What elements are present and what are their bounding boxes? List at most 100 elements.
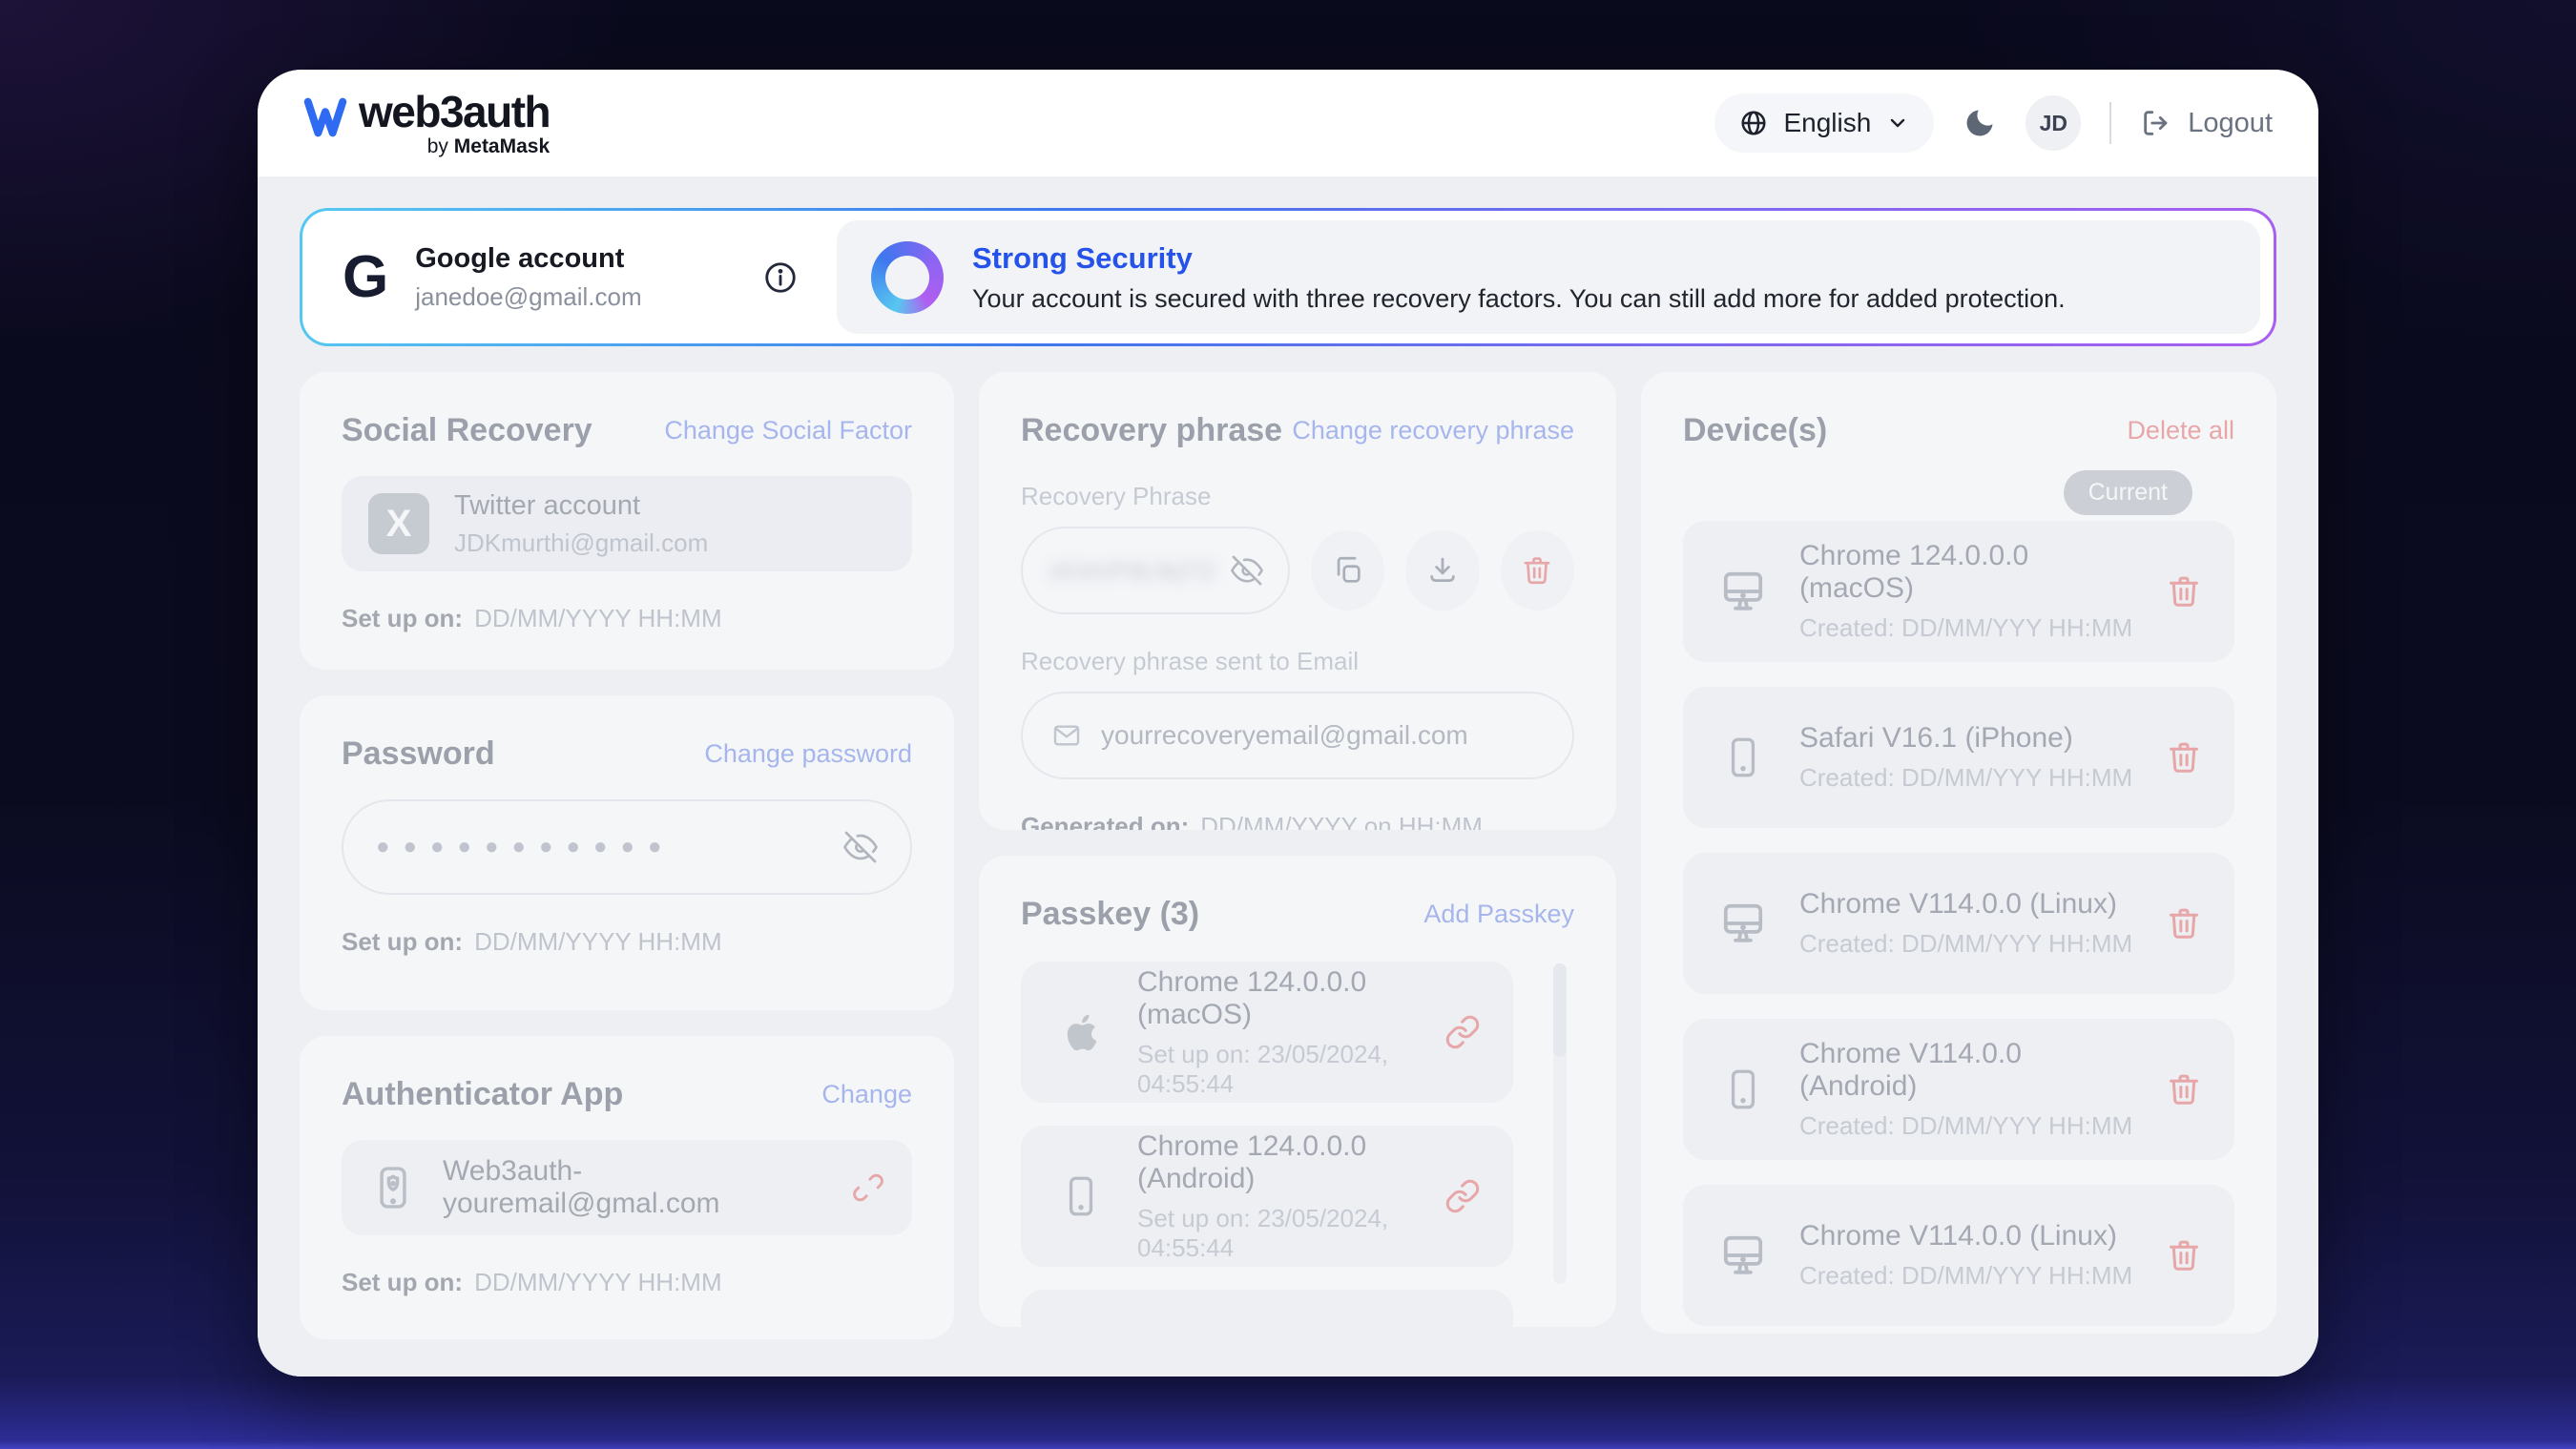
social-recovery-title: Social Recovery (342, 412, 592, 449)
eye-off-icon (1231, 554, 1263, 587)
change-password-link[interactable]: Change password (704, 739, 912, 769)
security-status-banner: G Google account janedoe@gmail.com Stron… (300, 208, 2276, 346)
toggle-password-visibility[interactable] (843, 830, 878, 864)
password-masked-value: ●●●●●●●●●●● (376, 834, 675, 860)
devices-title: Device(s) (1683, 412, 1827, 449)
unlink-icon (851, 1170, 885, 1205)
passkey-item: Chrome 124.0.0.0 (Android) Set up on: 23/… (1021, 1126, 1513, 1267)
trash-icon (1521, 554, 1553, 587)
passkey-link-button[interactable] (1444, 1178, 1481, 1214)
passkey-item-meta: Set up on: 23/05/2024, 04:55:44 (1137, 1204, 1416, 1263)
security-status-title: Strong Security (972, 241, 2066, 276)
passkey-card: Passkey (3) Add Passkey Chrome 124.0.0.0… (979, 856, 1616, 1327)
cards-area: Social Recovery Change Social Factor X T… (300, 372, 2276, 1339)
authenticator-setup-line: Set up on:DD/MM/YYYY HH:MM (342, 1268, 912, 1297)
authenticator-phone-icon (368, 1163, 418, 1212)
recovery-phrase-label: Recovery Phrase (1021, 482, 1574, 511)
logout-label: Logout (2188, 108, 2273, 139)
device-item: Chrome V114.0.0 (Linux) Created: DD/MM/YY… (1683, 853, 2234, 994)
google-icon: G (343, 248, 388, 307)
dark-mode-toggle[interactable] (1963, 106, 1997, 140)
delete-device-button[interactable] (2166, 1237, 2202, 1273)
current-device-badge: Current (2064, 470, 2192, 515)
authenticator-email: Web3auth-youremail@gmal.com (443, 1155, 826, 1220)
password-setup-line: Set up on:DD/MM/YYYY HH:MM (342, 927, 912, 957)
recovery-email-label: Recovery phrase sent to Email (1021, 647, 1574, 676)
login-account-summary: G Google account janedoe@gmail.com (302, 211, 837, 343)
desktop-icon (1715, 1229, 1771, 1282)
mail-icon (1051, 720, 1082, 751)
account-title: Google account (415, 243, 641, 275)
page-background: { "header": { "brand": "web3auth", "byli… (0, 0, 2576, 1449)
generated-line: Generated on:DD/MM/YYYY on HH:MM (1021, 812, 1574, 830)
social-setup-line: Set up on:DD/MM/YYYY HH:MM (342, 604, 912, 633)
logout-icon (2140, 107, 2172, 139)
delete-device-button[interactable] (2166, 573, 2202, 610)
device-list: Chrome 124.0.0.0 (macOS) Created: DD/MM/Y… (1683, 521, 2234, 1326)
app-header: web3auth by MetaMask English JD Logout (258, 70, 2318, 176)
device-item-meta: Created: DD/MM/YYY HH:MM (1799, 613, 2137, 643)
add-passkey-link[interactable]: Add Passkey (1423, 900, 1574, 929)
passkey-scrollbar-thumb[interactable] (1553, 963, 1567, 1057)
delete-device-button[interactable] (2166, 739, 2202, 776)
brand-byline: by MetaMask (427, 136, 550, 156)
delete-phrase-button[interactable] (1501, 530, 1574, 611)
download-phrase-button[interactable] (1405, 530, 1479, 611)
unlink-authenticator-button[interactable] (851, 1170, 885, 1205)
delete-device-button[interactable] (2166, 1071, 2202, 1107)
app-window: web3auth by MetaMask English JD Logout (258, 70, 2318, 1377)
main-content: G Google account janedoe@gmail.com Stron… (258, 176, 2318, 1377)
chevron-down-icon (1886, 112, 1909, 135)
delete-device-button[interactable] (2166, 905, 2202, 942)
recovery-phrase-card: Recovery phrase Change recovery phrase R… (979, 372, 1616, 830)
language-label: English (1783, 108, 1871, 138)
change-authenticator-link[interactable]: Change (821, 1080, 912, 1109)
passkey-item-name: Chrome 124.0.0.0 (Android) (1137, 1130, 1416, 1195)
recovery-phrase-title: Recovery phrase (1021, 412, 1282, 449)
desktop-icon (1715, 897, 1771, 950)
passkey-scrollbar (1553, 963, 1567, 1284)
device-item-meta: Created: DD/MM/YYY HH:MM (1799, 763, 2132, 793)
passkey-item: Rome 24.456.355.98 (1021, 1290, 1513, 1327)
moon-icon (1963, 106, 1997, 140)
brand-name: web3auth (359, 90, 550, 134)
recovery-phrase-obscured-value: xK4mPdL9qT2w8s (1048, 556, 1215, 586)
copy-phrase-button[interactable] (1311, 530, 1384, 611)
device-item-name: Chrome 124.0.0.0 (macOS) (1799, 540, 2137, 605)
device-item-meta: Created: DD/MM/YYY HH:MM (1799, 1111, 2137, 1141)
globe-icon (1739, 109, 1768, 137)
apple-icon (1053, 1005, 1109, 1059)
security-strength-panel: Strong Security Your account is secured … (837, 220, 2260, 334)
twitter-account-label: Twitter account (454, 490, 708, 522)
recovery-email-value: yourrecoveryemail@gmail.com (1101, 720, 1468, 751)
device-item-name: Chrome V114.0.0 (Linux) (1799, 888, 2132, 921)
device-item-meta: Created: DD/MM/YYY HH:MM (1799, 929, 2132, 959)
device-item: Chrome 124.0.0.0 (macOS) Created: DD/MM/Y… (1683, 521, 2234, 662)
delete-all-devices-link[interactable]: Delete all (2127, 416, 2234, 445)
passkey-title: Passkey (3) (1021, 896, 1199, 933)
recovery-phrase-field[interactable]: xK4mPdL9qT2w8s (1021, 527, 1290, 614)
authenticator-card: Authenticator App Change Web3auth-yourem… (300, 1036, 954, 1339)
password-field[interactable]: ●●●●●●●●●●● (342, 799, 912, 895)
desktop-icon (1715, 565, 1771, 618)
recovery-email-field[interactable]: yourrecoveryemail@gmail.com (1021, 692, 1574, 779)
logout-button[interactable]: Logout (2140, 107, 2273, 139)
twitter-x-icon: X (368, 493, 429, 554)
smartphone-icon (1715, 1066, 1771, 1113)
smartphone-icon (1053, 1172, 1109, 1220)
passkey-link-button[interactable] (1444, 1014, 1481, 1050)
language-selector[interactable]: English (1714, 93, 1934, 153)
change-social-factor-link[interactable]: Change Social Factor (664, 416, 912, 445)
devices-card: Device(s) Delete all Current Chrome 124.… (1641, 372, 2276, 1334)
info-icon (762, 259, 799, 296)
device-item: Chrome V114.0.0 (Android)Created: DD/MM/… (1683, 1019, 2234, 1160)
account-info-button[interactable] (762, 259, 799, 296)
avatar[interactable]: JD (2025, 95, 2081, 151)
change-recovery-phrase-link[interactable]: Change recovery phrase (1292, 416, 1574, 445)
copy-icon (1332, 554, 1364, 587)
device-item-name: Safari V16.1 (iPhone) (1799, 722, 2132, 755)
device-item-meta: Created: DD/MM/YYY HH:MM (1799, 1261, 2132, 1291)
header-actions: English JD Logout (1714, 93, 2273, 153)
toggle-phrase-visibility[interactable] (1231, 554, 1263, 587)
header-divider (2109, 102, 2111, 144)
